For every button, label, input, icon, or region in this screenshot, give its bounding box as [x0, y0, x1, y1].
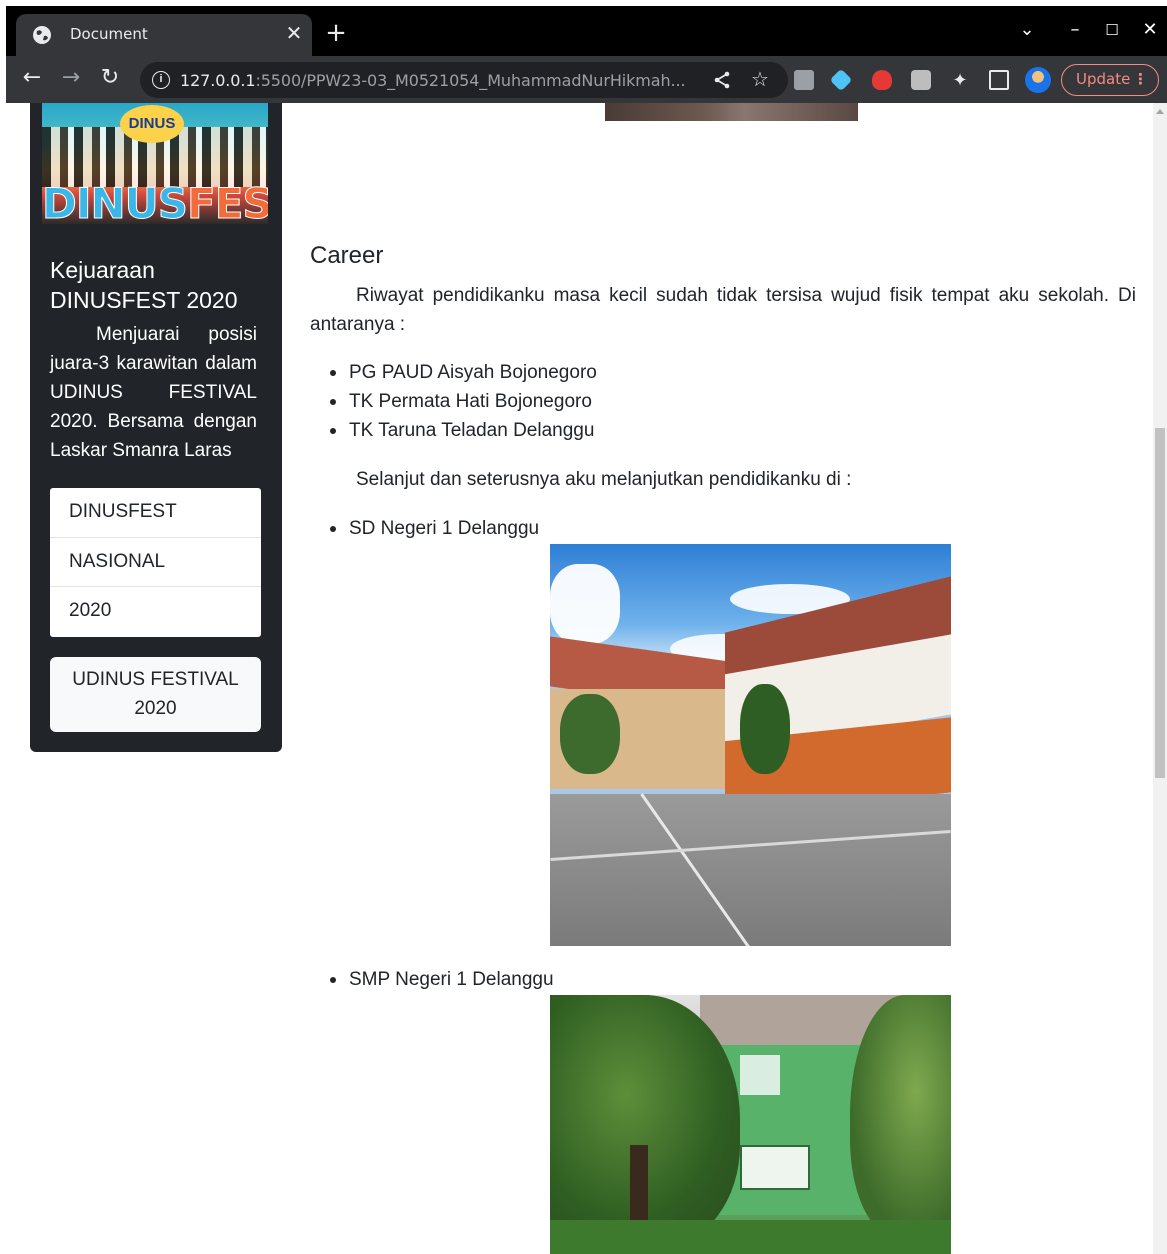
tab-title: Document — [70, 25, 148, 43]
bookmark-star-icon[interactable]: ☆ — [748, 68, 772, 92]
close-icon[interactable]: ✕ — [282, 22, 306, 46]
puzzle-extensions-icon[interactable]: ✦ — [950, 70, 970, 90]
dinusfest-logo: DINUSFEST — [42, 179, 268, 225]
chevron-down-icon[interactable]: ⌄ — [1014, 18, 1040, 42]
intro-paragraph: Riwayat pendidikanku masa kecil sudah ti… — [310, 285, 1136, 335]
url-text: 127.0.0.1:5500/PPW23-03_M0521054_Muhamma… — [180, 71, 686, 90]
forward-button[interactable]: → — [57, 64, 85, 92]
update-button[interactable]: Update ⋮ — [1061, 64, 1159, 96]
tag-item: NASIONAL — [50, 538, 261, 587]
scroll-thumb[interactable] — [1155, 428, 1165, 778]
info-icon[interactable]: i — [152, 71, 170, 89]
list-item: TK Taruna Teladan Delanggu — [328, 416, 597, 445]
side-panel-icon[interactable] — [989, 70, 1009, 90]
maximize-button[interactable]: ☐ — [1099, 18, 1125, 42]
share-icon[interactable] — [710, 68, 734, 96]
tab-strip: Document ✕ + ⌄ – ☐ ✕ — [6, 6, 1167, 56]
smp-list: SMP Negeri 1 Delanggu — [328, 965, 554, 994]
camera-icon[interactable] — [794, 70, 814, 90]
list-item: PG PAUD Aisyah Bojonegoro — [328, 358, 597, 387]
card-title: Kejuaraan DINUSFEST 2020 — [50, 257, 238, 313]
early-school-list: PG PAUD Aisyah Bojonegoro TK Permata Hat… — [328, 358, 597, 445]
list-item: SMP Negeri 1 Delanggu — [328, 965, 554, 994]
address-bar[interactable]: i 127.0.0.1:5500/PPW23-03_M0521054_Muham… — [140, 62, 788, 98]
continuation-paragraph: Selanjut dan seterusnya aku melanjutkan … — [356, 469, 852, 490]
tag-item: 2020 — [69, 600, 112, 621]
card-text: Menjuarai posisi juara-3 karawitan dalam… — [50, 324, 257, 461]
list-item: TK Permata Hati Bojonegoro — [328, 387, 597, 416]
sd-school-photo — [550, 544, 951, 946]
page-viewport: DINUS DINUSFEST Kejuaraan DINUSFEST 2020… — [6, 103, 1153, 1254]
profile-photo-bottom — [605, 103, 858, 121]
profile-avatar[interactable] — [1025, 67, 1051, 93]
window-close-button[interactable]: ✕ — [1137, 18, 1163, 42]
tag-item: DINUSFEST — [50, 488, 261, 538]
dinusfest-photo: DINUS DINUSFEST — [42, 103, 268, 224]
new-tab-button[interactable]: + — [322, 20, 350, 46]
list-item: SD Negeri 1 Delanggu — [328, 514, 539, 543]
globe-icon — [33, 26, 51, 44]
url-path: :5500/PPW23-03_M0521054_MuhammadNurHikma… — [255, 71, 686, 90]
reload-button[interactable]: ↻ — [96, 64, 124, 92]
card-extension-icon[interactable] — [911, 70, 931, 90]
minimize-button[interactable]: – — [1062, 18, 1088, 42]
tag-list: DINUSFEST NASIONAL 2020 — [50, 488, 261, 637]
update-label: Update — [1076, 70, 1131, 88]
achievement-card: DINUS DINUSFEST Kejuaraan DINUSFEST 2020… — [30, 103, 282, 752]
browser-tab[interactable]: Document ✕ — [16, 14, 312, 56]
browser-chrome: Document ✕ + ⌄ – ☐ ✕ ← → ↻ i 127.0.0.1:5… — [6, 6, 1167, 103]
shield-extension-icon[interactable] — [872, 70, 892, 90]
scroll-up-arrow-icon[interactable] — [1156, 109, 1164, 114]
udinus-festival-button[interactable]: UDINUS FESTIVAL 2020 — [50, 657, 261, 732]
back-button[interactable]: ← — [18, 64, 46, 92]
url-host: 127.0.0.1 — [180, 71, 256, 90]
page-scrollbar[interactable] — [1153, 103, 1167, 1254]
sd-list: SD Negeri 1 Delanggu — [328, 514, 539, 543]
more-menu-icon[interactable]: ⋮ — [1133, 65, 1148, 94]
smp-school-photo — [550, 995, 951, 1254]
browser-toolbar: ← → ↻ i 127.0.0.1:5500/PPW23-03_M0521054… — [6, 56, 1167, 103]
diamond-extension-icon[interactable] — [829, 68, 853, 92]
photo-badge: DINUS — [120, 105, 184, 143]
career-heading: Career — [310, 242, 384, 269]
